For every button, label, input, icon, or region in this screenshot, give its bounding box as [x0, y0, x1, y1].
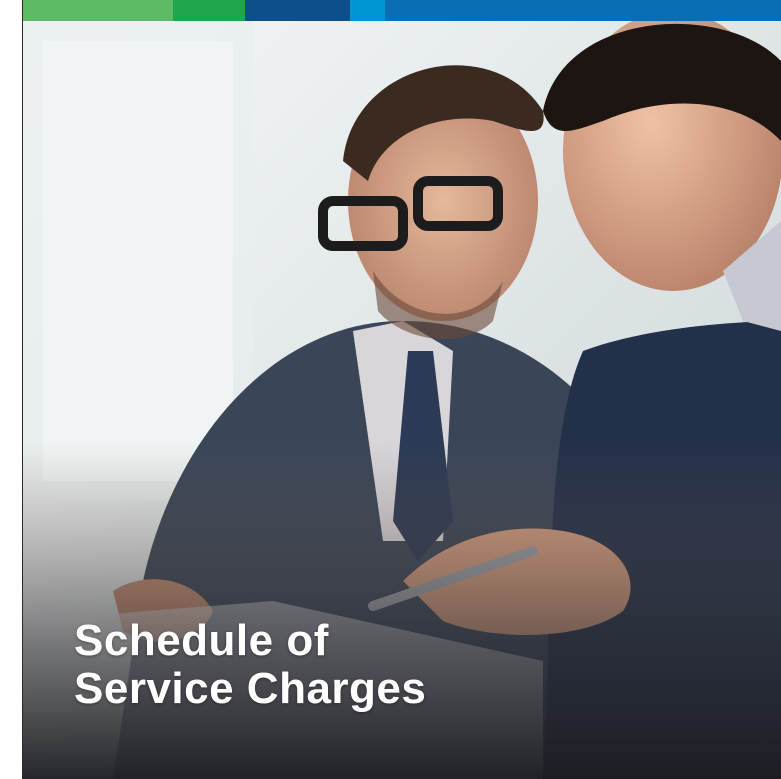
color-bar — [23, 0, 781, 21]
color-bar-segment — [245, 0, 350, 21]
color-bar-segment — [385, 0, 781, 21]
brochure-cover: Schedule of Service Charges — [0, 0, 781, 779]
color-bar-segment — [350, 0, 385, 21]
page-title: Schedule of Service Charges — [74, 617, 426, 713]
title-line-2: Service Charges — [74, 664, 427, 713]
color-bar-segment — [173, 0, 245, 21]
color-bar-segment — [23, 0, 173, 21]
title-line-1: Schedule of — [74, 616, 329, 665]
